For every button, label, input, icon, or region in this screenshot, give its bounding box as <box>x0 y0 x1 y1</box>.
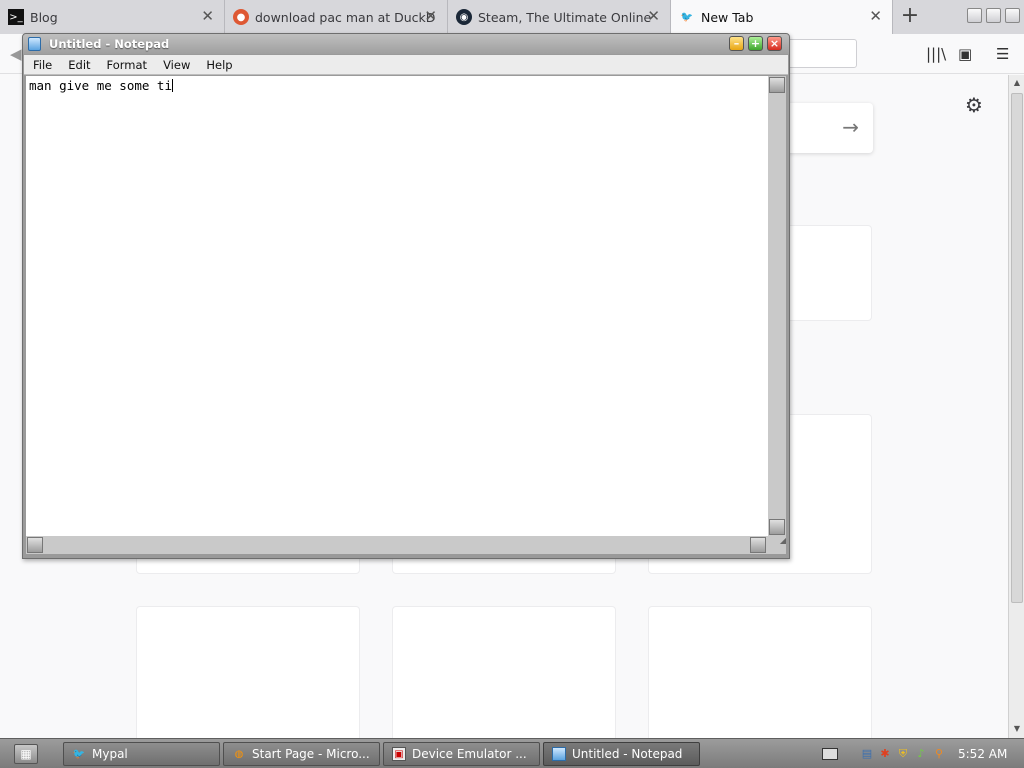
taskbar-item-label: Start Page - Micro... <box>252 747 370 761</box>
notepad-icon <box>28 37 41 51</box>
tab-title: Blog <box>30 9 58 25</box>
duckduckgo-icon: ● <box>233 9 249 25</box>
firefox-icon: ◍ <box>234 748 244 760</box>
arrow-right-icon[interactable]: → <box>842 115 859 139</box>
highlight-tile[interactable] <box>392 606 616 746</box>
close-tab-icon[interactable]: ✕ <box>201 8 214 24</box>
scroll-thumb[interactable] <box>769 77 785 93</box>
scroll-down-icon[interactable]: ▼ <box>1010 722 1024 736</box>
clock[interactable]: 5:52 AM <box>958 747 1007 761</box>
taskbar-item-start-page[interactable]: ◍ Start Page - Micro... <box>223 742 380 766</box>
taskbar-item-device-emulator[interactable]: ▣ Device Emulator ... <box>383 742 540 766</box>
scroll-right-button[interactable] <box>750 537 766 553</box>
tab-steam[interactable]: ◉ Steam, The Ultimate Online ✕ <box>448 0 671 34</box>
firewall-icon[interactable]: ✱ <box>878 747 892 761</box>
notepad-icon <box>552 747 566 761</box>
scroll-thumb[interactable] <box>1011 93 1023 603</box>
menu-file[interactable]: File <box>24 55 59 74</box>
tab-duckduckgo[interactable]: ● download pac man at DuckD ✕ <box>225 0 448 34</box>
notepad-title: Untitled - Notepad <box>49 37 170 51</box>
steam-icon: ◉ <box>456 9 472 25</box>
page-scrollbar[interactable]: ▲ ▼ <box>1008 75 1024 738</box>
window-maximize-button[interactable] <box>986 8 1001 23</box>
maximize-button[interactable]: + <box>748 36 763 51</box>
browser-tabstrip: >_ Blog ✕ ● download pac man at DuckD ✕ … <box>0 0 1024 34</box>
close-tab-icon[interactable]: ✕ <box>869 8 882 24</box>
system-tray: ▤ ✱ ⛨ ♪ ⚲ 5:52 AM <box>852 742 1024 766</box>
search-icon[interactable]: ⚲ <box>932 747 946 761</box>
taskbar-item-label: Untitled - Notepad <box>572 747 683 761</box>
menu-format[interactable]: Format <box>98 55 155 74</box>
menu-edit[interactable]: Edit <box>59 55 97 74</box>
close-tab-icon[interactable]: ✕ <box>647 8 660 24</box>
notepad-vertical-scrollbar[interactable] <box>768 76 786 536</box>
terminal-icon: >_ <box>8 9 24 25</box>
tab-blog[interactable]: >_ Blog ✕ <box>0 0 225 34</box>
volume-icon[interactable]: ♪ <box>914 747 928 761</box>
new-tab-button[interactable]: + <box>898 3 922 29</box>
tab-new-tab[interactable]: 🐦 New Tab ✕ <box>671 0 893 34</box>
scroll-thumb[interactable] <box>27 537 43 553</box>
taskbar-item-notepad[interactable]: Untitled - Notepad <box>543 742 700 766</box>
taskbar-item-label: Mypal <box>92 747 128 761</box>
gear-icon[interactable]: ⚙ <box>965 93 983 117</box>
highlight-tile[interactable] <box>648 606 872 746</box>
mypal-icon: 🐦 <box>680 11 694 23</box>
scroll-up-icon[interactable]: ▲ <box>1010 76 1024 90</box>
notepad-horizontal-scrollbar[interactable] <box>26 536 768 554</box>
tab-title: New Tab <box>701 9 754 25</box>
shield-icon[interactable]: ⛨ <box>896 747 910 761</box>
window-minimize-button[interactable] <box>967 8 982 23</box>
start-button[interactable]: ▦ <box>14 744 38 764</box>
keyboard-icon[interactable] <box>822 748 838 760</box>
back-icon[interactable]: ◀ <box>10 45 22 63</box>
tab-title: Steam, The Ultimate Online <box>478 9 652 25</box>
tab-title: download pac man at DuckD <box>255 9 435 25</box>
window-close-button[interactable] <box>1005 8 1020 23</box>
menu-view[interactable]: View <box>154 55 197 74</box>
resize-grip-icon[interactable]: ◢ <box>768 536 786 554</box>
taskbar-item-mypal[interactable]: 🐦 Mypal <box>63 742 220 766</box>
notepad-menubar: File Edit Format View Help <box>24 55 788 75</box>
mypal-icon: 🐦 <box>72 748 86 760</box>
notepad-text: man give me some ti <box>29 78 172 93</box>
notepad-window: Untitled - Notepad – + × File Edit Forma… <box>22 33 790 559</box>
hamburger-menu-icon[interactable]: ☰ <box>996 45 1009 63</box>
text-caret <box>172 79 173 92</box>
notepad-text-area[interactable]: man give me some ti <box>26 76 768 536</box>
network-icon[interactable]: ▤ <box>860 747 874 761</box>
highlight-tile[interactable] <box>136 606 360 746</box>
taskbar-item-label: Device Emulator ... <box>412 747 527 761</box>
menu-help[interactable]: Help <box>197 55 239 74</box>
library-icon[interactable]: |||\ <box>926 45 946 63</box>
close-button[interactable]: × <box>767 36 782 51</box>
minimize-button[interactable]: – <box>729 36 744 51</box>
close-tab-icon[interactable]: ✕ <box>424 8 437 24</box>
taskbar: ▦ 🐦 Mypal ◍ Start Page - Micro... ▣ Devi… <box>0 738 1024 768</box>
sidebar-icon[interactable]: ▣ <box>958 45 972 63</box>
scroll-down-button[interactable] <box>769 519 785 535</box>
emulator-icon: ▣ <box>392 747 406 761</box>
notepad-titlebar[interactable]: Untitled - Notepad – + × <box>23 34 789 54</box>
